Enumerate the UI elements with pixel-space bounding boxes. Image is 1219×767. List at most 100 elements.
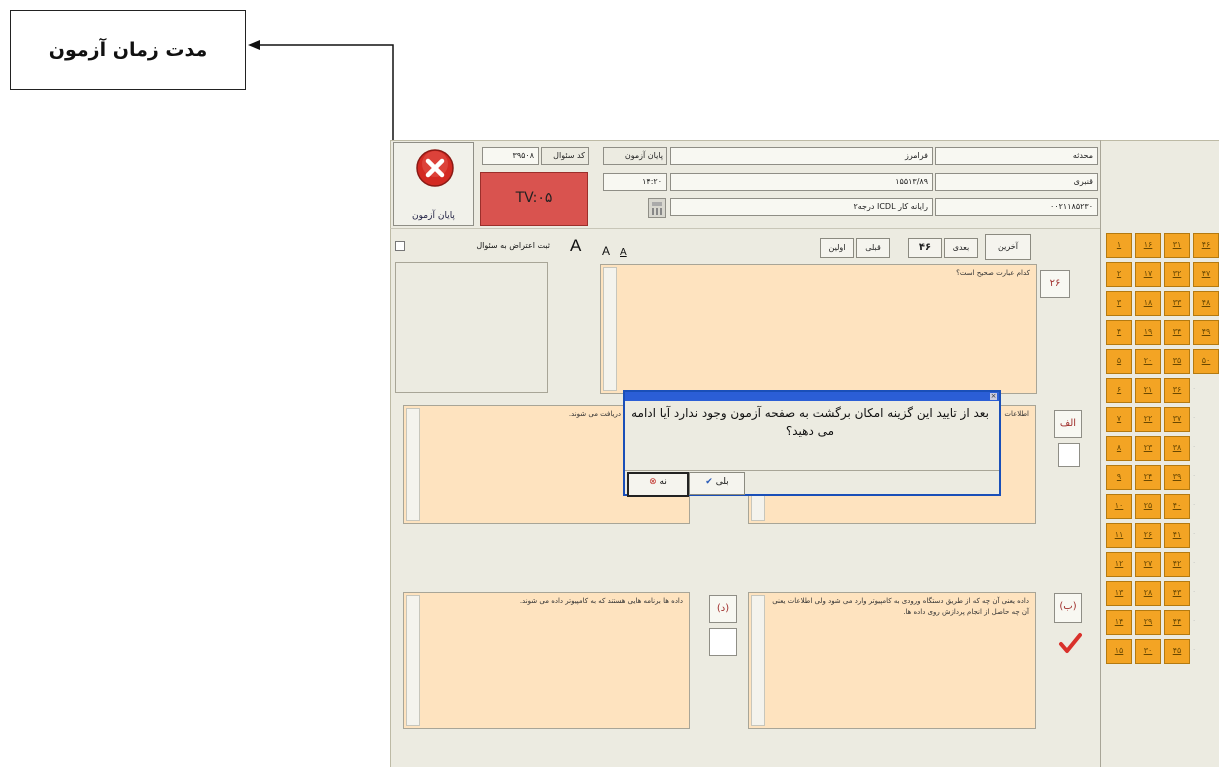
- option-d-scrollbar[interactable]: [406, 595, 420, 726]
- question-grid-button[interactable]: ۳۹: [1164, 465, 1190, 490]
- dialog-no-label: نه: [659, 477, 667, 487]
- objection-checkbox[interactable]: [395, 241, 405, 251]
- previous-question-button[interactable]: قبلی: [856, 238, 890, 258]
- cancel-icon: ⊗: [649, 477, 657, 487]
- question-grid-empty-cell: ·: [1193, 472, 1196, 480]
- question-grid-button[interactable]: ۱۰: [1106, 494, 1132, 519]
- question-grid-button[interactable]: ۴۱: [1164, 523, 1190, 548]
- dialog-no-button[interactable]: نه ⊗: [627, 472, 689, 497]
- question-grid-button[interactable]: ۳۱: [1164, 233, 1190, 258]
- option-b-selected-check[interactable]: [1058, 630, 1082, 656]
- question-grid-button[interactable]: ۲۹: [1135, 610, 1161, 635]
- option-d-checkbox[interactable]: [709, 628, 737, 656]
- grid-divider: [1100, 140, 1101, 767]
- calculator-icon[interactable]: [648, 198, 666, 218]
- question-grid-button[interactable]: ۴۷: [1193, 262, 1219, 287]
- dialog-yes-button[interactable]: بلی ✔: [689, 472, 745, 495]
- last-question-button[interactable]: آخرین: [985, 234, 1031, 260]
- option-alef-checkbox[interactable]: [1058, 443, 1080, 467]
- question-grid-button[interactable]: ۲۵: [1135, 494, 1161, 519]
- question-grid-button[interactable]: ۱: [1106, 233, 1132, 258]
- question-grid-button[interactable]: ۵۰: [1193, 349, 1219, 374]
- question-grid-button[interactable]: ۲: [1106, 262, 1132, 287]
- question-grid-button[interactable]: ۲۶: [1135, 523, 1161, 548]
- question-grid-button[interactable]: ۳۷: [1164, 407, 1190, 432]
- question-grid-button[interactable]: ۱۸: [1135, 291, 1161, 316]
- first-name-field: فرامرز: [670, 147, 933, 165]
- question-grid-button[interactable]: ۱۴: [1106, 610, 1132, 635]
- option-d-text-area: داده ها برنامه هایی هستند که به کامپیوتر…: [403, 592, 690, 729]
- question-grid-button[interactable]: ۶: [1106, 378, 1132, 403]
- question-grid-empty-cell: ·: [1193, 414, 1196, 422]
- question-grid-empty-cell: ·: [1193, 501, 1196, 509]
- question-grid-button[interactable]: ۲۷: [1135, 552, 1161, 577]
- close-icon: [416, 149, 454, 187]
- question-grid-button[interactable]: ۳۶: [1164, 378, 1190, 403]
- exam-duration-callout: مدت زمان آزمون: [10, 10, 246, 90]
- question-grid-button[interactable]: ۴: [1106, 320, 1132, 345]
- question-grid-button[interactable]: ۱۵: [1106, 639, 1132, 664]
- question-grid-button[interactable]: ۱۳: [1106, 581, 1132, 606]
- question-grid-button[interactable]: ۴۳: [1164, 581, 1190, 606]
- option-alef-text: اطلاعات: [1004, 410, 1029, 418]
- course-field: رایانه کار ICDL درجه۲: [670, 198, 933, 216]
- question-grid-button[interactable]: ۵: [1106, 349, 1132, 374]
- font-size-large-button[interactable]: A: [570, 236, 581, 256]
- question-grid-button[interactable]: ۱۹: [1135, 320, 1161, 345]
- question-grid-button[interactable]: ۱۶: [1135, 233, 1161, 258]
- question-grid-button[interactable]: ۴۲: [1164, 552, 1190, 577]
- question-grid-button[interactable]: ۳۰: [1135, 639, 1161, 664]
- end-exam-button[interactable]: پایان آزمون: [393, 142, 474, 226]
- dialog-yes-label: بلی: [715, 477, 729, 487]
- font-size-medium-button[interactable]: A: [602, 244, 610, 258]
- question-grid-button[interactable]: ۲۰: [1135, 349, 1161, 374]
- font-size-small-button[interactable]: A: [620, 247, 627, 258]
- question-grid-button[interactable]: ۲۸: [1135, 581, 1161, 606]
- timer-display: TV:۰۵: [480, 172, 588, 226]
- header-divider: [390, 228, 1100, 229]
- question-grid-button[interactable]: ۴۴: [1164, 610, 1190, 635]
- question-grid-button[interactable]: ۳۸: [1164, 436, 1190, 461]
- question-grid-button[interactable]: ۴۶: [1193, 233, 1219, 258]
- question-grid-button[interactable]: ۳۳: [1164, 291, 1190, 316]
- question-scrollbar[interactable]: [603, 267, 617, 391]
- dialog-close-icon[interactable]: ×: [990, 393, 997, 400]
- first-question-button[interactable]: اولین: [820, 238, 854, 258]
- option-alef-label: الف: [1054, 410, 1082, 438]
- question-grid-button[interactable]: ۱۲: [1106, 552, 1132, 577]
- question-grid-button[interactable]: ۳: [1106, 291, 1132, 316]
- dialog-message: بعد از تایید این گزینه امکان برگشت به صف…: [631, 406, 989, 438]
- question-grid-button[interactable]: ۳۵: [1164, 349, 1190, 374]
- question-grid-button[interactable]: ۴۵: [1164, 639, 1190, 664]
- surname-field: قنبری: [935, 173, 1098, 191]
- question-grid-button[interactable]: ۲۴: [1135, 465, 1161, 490]
- timer-value: TV:۰۵: [515, 190, 553, 206]
- question-grid-button[interactable]: ۴۸: [1193, 291, 1219, 316]
- question-grid-button[interactable]: ۲۲: [1135, 407, 1161, 432]
- question-code-value: ۳۹۵۰۸: [482, 147, 539, 165]
- question-grid-button[interactable]: ۸: [1106, 436, 1132, 461]
- next-question-button[interactable]: بعدی: [944, 238, 978, 258]
- objection-textbox[interactable]: [395, 262, 548, 393]
- question-grid-button[interactable]: ۹: [1106, 465, 1132, 490]
- question-grid-button[interactable]: ۴۹: [1193, 320, 1219, 345]
- question-grid-empty-cell: ·: [1193, 646, 1196, 654]
- question-grid-button[interactable]: ۱۱: [1106, 523, 1132, 548]
- question-grid-button[interactable]: ۲۳: [1135, 436, 1161, 461]
- question-grid-button[interactable]: ۳۴: [1164, 320, 1190, 345]
- question-grid-button[interactable]: ۲۱: [1135, 378, 1161, 403]
- question-grid-button[interactable]: ۴۰: [1164, 494, 1190, 519]
- end-time-value: ۱۴:۲۰: [603, 173, 667, 191]
- id-number-field: ۱۵۵۱۳/۸۹: [670, 173, 933, 191]
- check-icon: [1059, 633, 1082, 653]
- end-time-label: پایان آزمون: [603, 147, 667, 165]
- objection-label: ثبت اعتراض به سئوال: [476, 241, 550, 250]
- check-icon: ✔: [705, 477, 713, 487]
- question-grid-button[interactable]: ۱۷: [1135, 262, 1161, 287]
- question-code-label: کد سئوال: [541, 147, 589, 165]
- option-j-scrollbar[interactable]: [406, 408, 420, 521]
- question-grid-button[interactable]: ۷: [1106, 407, 1132, 432]
- question-grid-button[interactable]: ۳۲: [1164, 262, 1190, 287]
- option-d-label: (د): [709, 595, 737, 623]
- option-b-scrollbar[interactable]: [751, 595, 765, 726]
